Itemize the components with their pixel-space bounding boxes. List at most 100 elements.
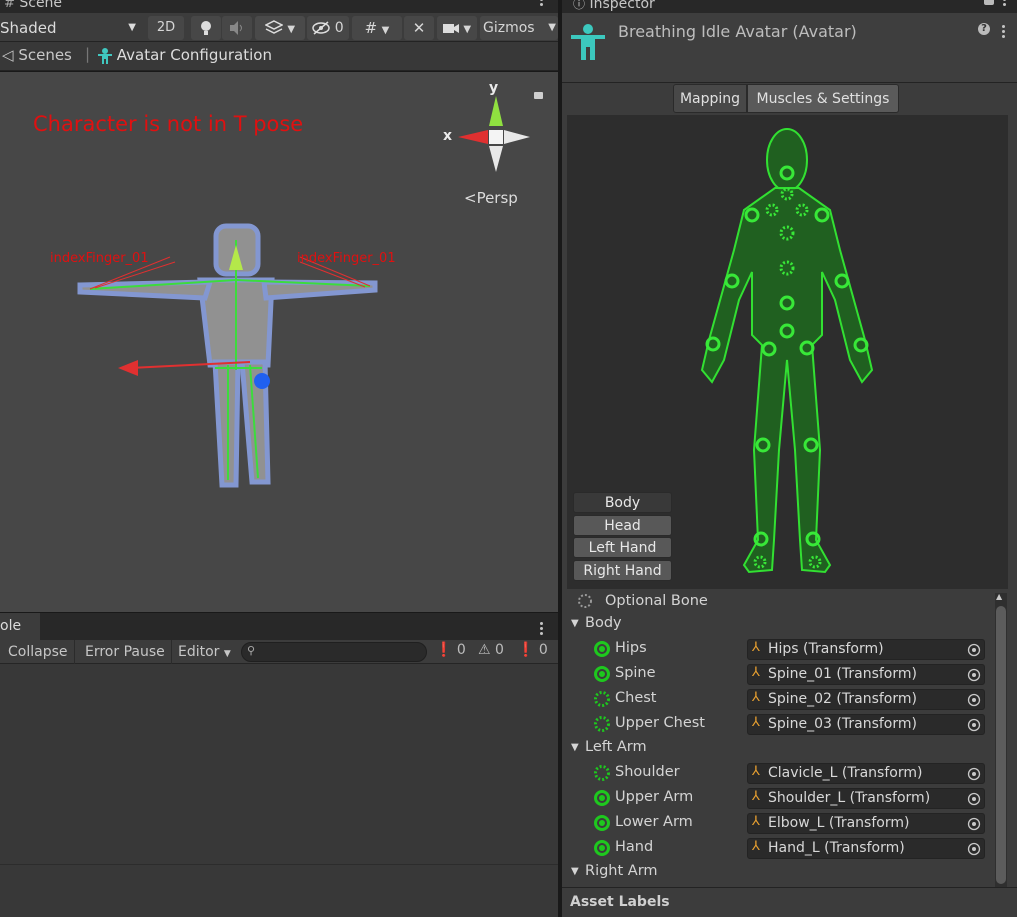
bone-group-header[interactable]: ▼ Left Arm xyxy=(567,738,991,763)
dropdown-arrow-icon: ▼ xyxy=(287,24,296,35)
transform-icon: ⅄ xyxy=(752,640,760,655)
transform-field-value: Shoulder_L (Transform) xyxy=(768,790,931,806)
tab-inspector[interactable]: ⓘ Inspector xyxy=(573,0,655,12)
avatar-asset-icon xyxy=(571,24,605,60)
bone-name: Chest xyxy=(615,690,657,706)
avatar-icon xyxy=(98,47,112,64)
console-menu-icon[interactable] xyxy=(540,621,544,637)
unity-logo-icon: ◁ xyxy=(2,46,14,64)
bone-row: Shoulder ⅄ Clavicle_L (Transform) xyxy=(567,762,991,787)
body-part-body-button[interactable]: Body xyxy=(573,492,672,513)
object-picker-icon[interactable] xyxy=(967,718,981,732)
hidden-objects-toggle[interactable]: 0 xyxy=(307,16,349,40)
right-bone-label: indexFinger_01 xyxy=(297,251,396,266)
lightbulb-icon xyxy=(201,21,211,35)
object-picker-icon[interactable] xyxy=(967,842,981,856)
bone-name: Shoulder xyxy=(615,764,680,780)
object-picker-icon[interactable] xyxy=(967,643,981,657)
optional-bone-status-icon xyxy=(594,765,610,781)
dropdown-arrow-icon: ▼ xyxy=(223,649,231,659)
scene-menu-icon[interactable] xyxy=(540,0,544,8)
object-picker-icon[interactable] xyxy=(967,792,981,806)
console-divider xyxy=(0,864,558,865)
foldout-arrow-icon: ▼ xyxy=(571,618,579,629)
bone-row: Spine ⅄ Spine_01 (Transform) xyxy=(567,663,991,688)
object-picker-icon[interactable] xyxy=(967,767,981,781)
transform-field-value: Spine_03 (Transform) xyxy=(768,716,917,732)
toggle-2d-button[interactable]: 2D xyxy=(148,16,184,40)
bone-group-header[interactable]: ▼ Body xyxy=(567,614,991,639)
transform-icon: ⅄ xyxy=(752,839,760,854)
bone-group-label: Left Arm xyxy=(585,739,647,755)
transform-field-value: Clavicle_L (Transform) xyxy=(768,765,923,781)
bone-name: Hips xyxy=(615,640,647,656)
bone-row: Hand ⅄ Hand_L (Transform) xyxy=(567,837,991,862)
optional-bone-status-icon xyxy=(594,716,610,732)
transform-object-field[interactable]: ⅄ Spine_03 (Transform) xyxy=(747,714,985,735)
object-picker-icon[interactable] xyxy=(967,693,981,707)
body-part-right-hand-button[interactable]: Right Hand xyxy=(573,560,672,581)
tab-mapping[interactable]: Mapping xyxy=(673,84,747,113)
shading-mode-dropdown[interactable]: Shaded ▼ xyxy=(0,16,140,40)
bone-status-icon xyxy=(594,840,610,856)
lighting-toggle[interactable] xyxy=(191,16,221,40)
bone-group-label: Right Arm xyxy=(585,863,658,879)
bone-name: Spine xyxy=(615,665,656,681)
error-filter-toggle[interactable]: ❗ 0 xyxy=(517,642,548,658)
speaker-icon xyxy=(230,21,242,35)
info-filter-toggle[interactable]: ❗ 0 xyxy=(435,642,466,658)
bone-status-icon xyxy=(594,666,610,682)
transform-object-field[interactable]: ⅄ Hips (Transform) xyxy=(747,639,985,660)
camera-dropdown[interactable]: ▼ xyxy=(437,16,477,40)
transform-icon: ⅄ xyxy=(752,715,760,730)
error-pause-button[interactable]: Error Pause xyxy=(79,640,172,664)
perspective-toggle[interactable]: <Persp xyxy=(464,189,518,207)
search-icon: ⚲ xyxy=(247,644,256,657)
breadcrumb-scenes[interactable]: ◁ Scenes xyxy=(2,46,72,64)
tab-muscles-settings[interactable]: Muscles & Settings xyxy=(747,84,899,113)
left-bone-label: indexFinger_01 xyxy=(50,251,149,266)
transform-object-field[interactable]: ⅄ Clavicle_L (Transform) xyxy=(747,763,985,784)
scene-tab-bar xyxy=(0,0,558,13)
grid-snap-icon: # xyxy=(364,19,378,37)
transform-object-field[interactable]: ⅄ Spine_02 (Transform) xyxy=(747,689,985,710)
transform-object-field[interactable]: ⅄ Spine_01 (Transform) xyxy=(747,664,985,685)
orientation-gizmo-icon xyxy=(458,96,530,172)
bone-row: Upper Arm ⅄ Shoulder_L (Transform) xyxy=(567,787,991,812)
console-search-input[interactable]: ⚲ xyxy=(241,642,427,662)
transform-object-field[interactable]: ⅄ Elbow_L (Transform) xyxy=(747,813,985,834)
gizmos-dropdown[interactable]: Gizmos ▼ xyxy=(480,16,558,40)
transform-field-value: Spine_01 (Transform) xyxy=(768,666,917,682)
inspector-title: Breathing Idle Avatar (Avatar) xyxy=(618,22,857,41)
axis-x-label[interactable]: x xyxy=(443,128,452,144)
tab-console[interactable]: ole xyxy=(0,613,40,640)
transform-icon: ⅄ xyxy=(752,764,760,779)
object-picker-icon[interactable] xyxy=(967,817,981,831)
help-icon[interactable]: ? xyxy=(978,23,990,35)
inspector-menu-icon[interactable] xyxy=(1003,0,1007,8)
bone-name: Upper Chest xyxy=(615,715,705,731)
breadcrumb-avatar-configuration[interactable]: Avatar Configuration xyxy=(98,46,272,64)
grid-snap-dropdown[interactable]: # ▼ xyxy=(352,16,402,40)
scroll-up-icon[interactable]: ▲ xyxy=(996,592,1002,601)
scene-view[interactable]: Character is not in T pose y x <Persp in… xyxy=(0,72,558,612)
bone-group-header[interactable]: ▼ Right Arm xyxy=(567,862,991,887)
transform-object-field[interactable]: ⅄ Hand_L (Transform) xyxy=(747,838,985,859)
tools-toggle[interactable]: ✕ xyxy=(404,16,434,40)
object-picker-icon[interactable] xyxy=(967,668,981,682)
scrollbar-thumb[interactable] xyxy=(996,606,1006,884)
transform-object-field[interactable]: ⅄ Shoulder_L (Transform) xyxy=(747,788,985,809)
body-part-head-button[interactable]: Head xyxy=(573,515,672,536)
audio-toggle[interactable] xyxy=(222,16,252,40)
inspector-context-menu-icon[interactable] xyxy=(1002,24,1006,40)
effects-dropdown[interactable]: ▼ xyxy=(255,16,305,40)
tab-scene[interactable]: # Scene xyxy=(4,0,62,11)
collapse-button[interactable]: Collapse xyxy=(2,640,75,664)
bone-name: Hand xyxy=(615,839,654,855)
warning-filter-toggle[interactable]: ⚠ 0 xyxy=(478,642,504,658)
breadcrumb-separator: | xyxy=(85,45,91,63)
editor-dropdown[interactable]: Editor ▼ xyxy=(172,640,237,664)
lock-icon[interactable] xyxy=(984,0,994,5)
body-part-left-hand-button[interactable]: Left Hand xyxy=(573,537,672,558)
asset-labels-header[interactable]: Asset Labels xyxy=(562,887,1017,917)
